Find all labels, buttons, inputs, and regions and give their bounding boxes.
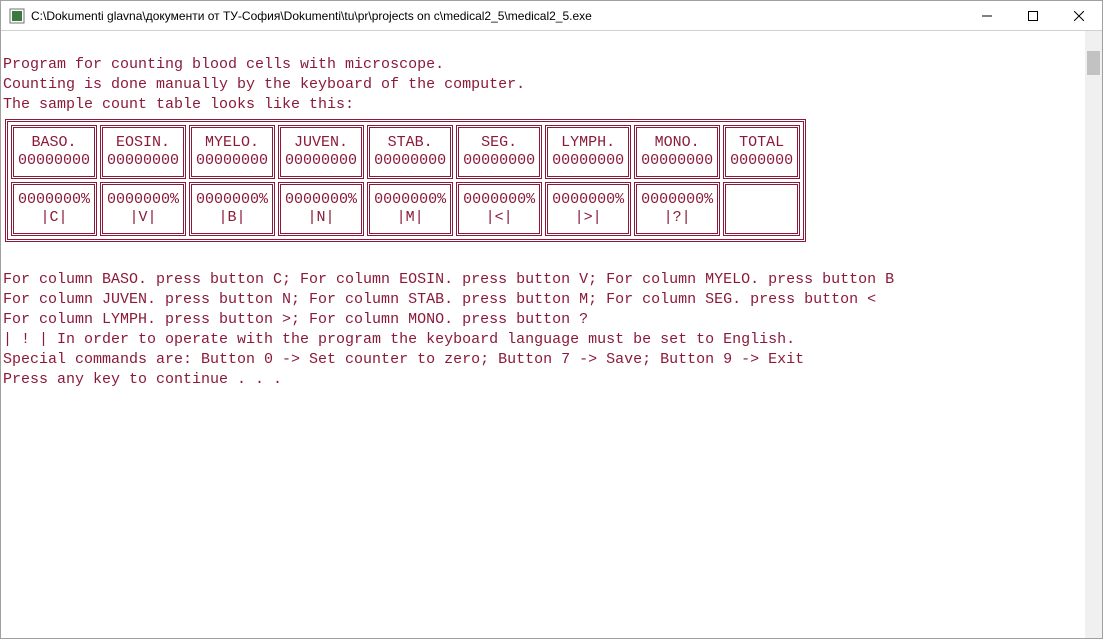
col-header: SEG. 00000000 xyxy=(456,125,542,179)
col-pct: 0000000% |C| xyxy=(11,182,97,236)
titlebar[interactable]: C:\Dokumenti glavna\документи от ТУ-Софи… xyxy=(1,1,1102,31)
scroll-thumb[interactable] xyxy=(1087,51,1100,75)
close-button[interactable] xyxy=(1056,1,1102,30)
col-pct: 0000000% |>| xyxy=(545,182,631,236)
col-total-header: TOTAL 0000000 xyxy=(723,125,800,179)
col-total-empty xyxy=(723,182,800,236)
intro-line: The sample count table looks like this: xyxy=(3,96,354,113)
window-title: C:\Dokumenti glavna\документи от ТУ-Софи… xyxy=(31,9,964,23)
intro-line: Counting is done manually by the keyboar… xyxy=(3,76,525,93)
table-row-pct: 0000000% |C| 0000000% |V| 0000000% |B| 0… xyxy=(11,182,800,236)
col-pct: 0000000% |?| xyxy=(634,182,720,236)
col-pct: 0000000% |V| xyxy=(100,182,186,236)
help-line: For column BASO. press button C; For col… xyxy=(3,271,894,288)
client-area: Program for counting blood cells with mi… xyxy=(1,31,1102,638)
maximize-button[interactable] xyxy=(1010,1,1056,30)
col-pct: 0000000% |<| xyxy=(456,182,542,236)
col-header: LYMPH. 00000000 xyxy=(545,125,631,179)
help-line: | ! | In order to operate with the progr… xyxy=(3,331,795,348)
vertical-scrollbar[interactable] xyxy=(1085,31,1102,638)
col-header: STAB. 00000000 xyxy=(367,125,453,179)
col-header: JUVEN. 00000000 xyxy=(278,125,364,179)
col-pct: 0000000% |N| xyxy=(278,182,364,236)
help-line: For column JUVEN. press button N; For co… xyxy=(3,291,876,308)
help-line: For column LYMPH. press button >; For co… xyxy=(3,311,588,328)
col-header: MONO. 00000000 xyxy=(634,125,720,179)
minimize-button[interactable] xyxy=(964,1,1010,30)
console-output: Program for counting blood cells with mi… xyxy=(1,31,1102,117)
col-header: MYELO. 00000000 xyxy=(189,125,275,179)
sample-count-table: BASO. 00000000 EOSIN. 00000000 MYELO. 00… xyxy=(5,119,806,242)
window-controls xyxy=(964,1,1102,30)
console-help: For column BASO. press button C; For col… xyxy=(1,246,1102,392)
intro-line: Program for counting blood cells with mi… xyxy=(3,56,444,73)
table-row-header: BASO. 00000000 EOSIN. 00000000 MYELO. 00… xyxy=(11,125,800,179)
help-line: Special commands are: Button 0 -> Set co… xyxy=(3,351,804,368)
col-header: EOSIN. 00000000 xyxy=(100,125,186,179)
col-header: BASO. 00000000 xyxy=(11,125,97,179)
console-window: C:\Dokumenti glavna\документи от ТУ-Софи… xyxy=(0,0,1103,639)
app-icon xyxy=(9,8,25,24)
col-pct: 0000000% |B| xyxy=(189,182,275,236)
col-pct: 0000000% |M| xyxy=(367,182,453,236)
help-line: Press any key to continue . . . xyxy=(3,371,282,388)
